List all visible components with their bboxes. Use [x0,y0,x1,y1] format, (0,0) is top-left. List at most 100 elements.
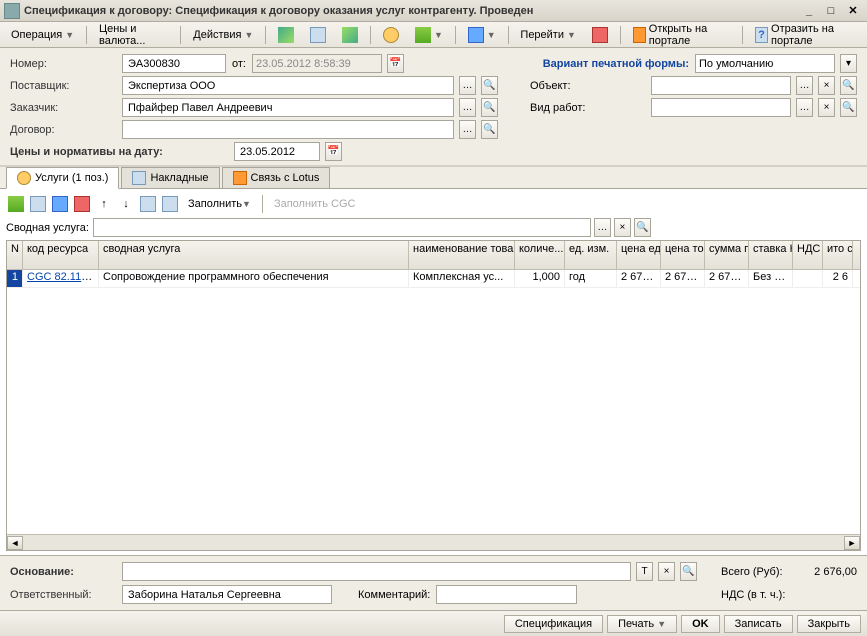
structure-button[interactable]: ▼ [408,24,450,46]
tab-invoices[interactable]: Накладные [121,167,219,188]
col-qty[interactable]: количе... единиц [515,241,565,269]
object-lookup-button[interactable]: 🔍 [840,76,857,95]
basis-type-button[interactable]: T [636,562,653,581]
edit-row-button[interactable] [50,194,70,214]
date-calendar-button[interactable]: 📅 [387,54,404,73]
object-choose-button[interactable]: … [796,76,813,95]
responsible-field[interactable] [122,585,332,604]
grid-h-scrollbar[interactable]: ◄ ► [7,534,860,550]
post-button[interactable] [376,24,406,46]
prices-currency-button[interactable]: Цены и валюта... [92,20,175,50]
worktype-clear-button[interactable]: × [818,98,835,117]
svod-label: Сводная услуга: [6,222,89,234]
worktype-lookup-button[interactable]: 🔍 [840,98,857,117]
date-field[interactable]: 23.05.2012 8:58:39 [252,54,382,73]
invoice-icon [132,171,146,185]
object-field[interactable] [651,76,791,95]
nav-settings-button[interactable] [303,24,333,46]
print-variant-select[interactable]: По умолчанию [695,54,835,73]
print-variant-dropdown[interactable]: ▾ [840,54,857,73]
col-name[interactable]: наименование товара/работы/у... [409,241,515,269]
contract-choose-button[interactable]: … [459,120,476,139]
col-sum[interactable]: сумма по [705,241,749,269]
contract-lookup-button[interactable]: 🔍 [481,120,498,139]
nav-last-button[interactable] [335,24,365,46]
edit-icon [52,196,68,212]
header-form: Номер: от: 23.05.2012 8:58:39 📅 Вариант … [0,48,867,165]
supplier-field[interactable] [122,76,454,95]
goto-menu[interactable]: Перейти▼ [513,26,583,44]
operation-menu[interactable]: Операция▼ [4,26,81,44]
portal-icon [633,27,646,43]
print-variant-label: Вариант печатной формы: [543,58,689,70]
ok-button[interactable]: OK [681,615,720,633]
responsible-label: Ответственный: [10,589,116,601]
scroll-left-button[interactable]: ◄ [7,536,23,550]
open-portal-button[interactable]: Открыть на портале [626,20,737,50]
svod-choose-button[interactable]: … [594,218,611,237]
norm-date-field[interactable] [234,142,320,161]
worktype-choose-button[interactable]: … [796,98,813,117]
dtkt-button[interactable] [585,24,615,46]
sort-desc-button[interactable] [160,194,180,214]
basis-button[interactable]: ▼ [461,24,503,46]
col-unit[interactable]: ед. изм. [565,241,617,269]
tab-lotus[interactable]: Связь с Lotus [222,167,331,188]
tree-icon [415,27,431,43]
grid-header: N код ресурса сводная услуга наименовани… [7,241,860,270]
move-down-button[interactable]: ↓ [116,194,136,214]
sort-asc-button[interactable] [138,194,158,214]
svod-lookup-button[interactable]: 🔍 [634,218,651,237]
basis-lookup-button[interactable]: 🔍 [680,562,697,581]
minimize-button[interactable]: _ [799,2,819,20]
footer-bar: Спецификация Печать ▼ OK Записать Закрыт… [0,610,867,636]
number-field[interactable] [122,54,226,73]
comment-field[interactable] [436,585,576,604]
delete-icon [74,196,90,212]
svod-field[interactable] [93,218,591,237]
close-button[interactable]: ✕ [843,2,863,20]
col-code[interactable]: код ресурса [23,241,99,269]
customer-choose-button[interactable]: … [459,98,476,117]
reflect-portal-button[interactable]: ?Отразить на портале [748,20,863,50]
col-n[interactable]: N [7,241,23,269]
customer-lookup-button[interactable]: 🔍 [481,98,498,117]
basis-clear-button[interactable]: × [658,562,675,581]
copy-row-button[interactable] [28,194,48,214]
actions-menu[interactable]: Действия▼ [186,26,260,44]
col-price-goods[interactable]: цена товар... [661,241,705,269]
object-clear-button[interactable]: × [818,76,835,95]
table-row[interactable]: 1 CGC 82.11.1... Сопровождение программн… [7,270,860,288]
basis-field[interactable] [122,562,631,581]
col-vat-rate[interactable]: ставка НДС [749,241,793,269]
spec-button[interactable]: Спецификация [504,615,603,633]
contract-field[interactable] [122,120,454,139]
worktype-label: Вид работ: [530,102,600,114]
norm-date-calendar-button[interactable]: 📅 [325,142,342,161]
customer-field[interactable] [122,98,454,117]
cell-code[interactable]: CGC 82.11.1... [23,270,99,287]
fill-cgc-button: Заполнить CGC [268,196,362,212]
close-doc-button[interactable]: Закрыть [797,615,861,633]
supplier-lookup-button[interactable]: 🔍 [481,76,498,95]
move-up-button[interactable]: ↑ [94,194,114,214]
scroll-right-button[interactable]: ► [844,536,860,550]
col-total[interactable]: ито сум [823,241,853,269]
print-button[interactable]: Печать ▼ [607,615,677,633]
worktype-field[interactable] [651,98,791,117]
col-price-unit[interactable]: цена едини... [617,241,661,269]
tab-services[interactable]: Услуги (1 поз.) [6,167,119,189]
col-svod[interactable]: сводная услуга [99,241,409,269]
add-row-button[interactable] [6,194,26,214]
col-vat[interactable]: НДС [793,241,823,269]
save-button[interactable]: Записать [724,615,793,633]
maximize-button[interactable]: □ [821,2,841,20]
delete-row-button[interactable] [72,194,92,214]
fill-menu[interactable]: Заполнить ▼ [182,196,257,212]
supplier-choose-button[interactable]: … [459,76,476,95]
services-grid: N код ресурса сводная услуга наименовани… [6,240,861,551]
grid-body[interactable]: 1 CGC 82.11.1... Сопровождение программн… [7,270,860,534]
svod-clear-button[interactable]: × [614,218,631,237]
nav-first-button[interactable] [271,24,301,46]
window-title: Спецификация к договору: Спецификация к … [24,5,797,17]
